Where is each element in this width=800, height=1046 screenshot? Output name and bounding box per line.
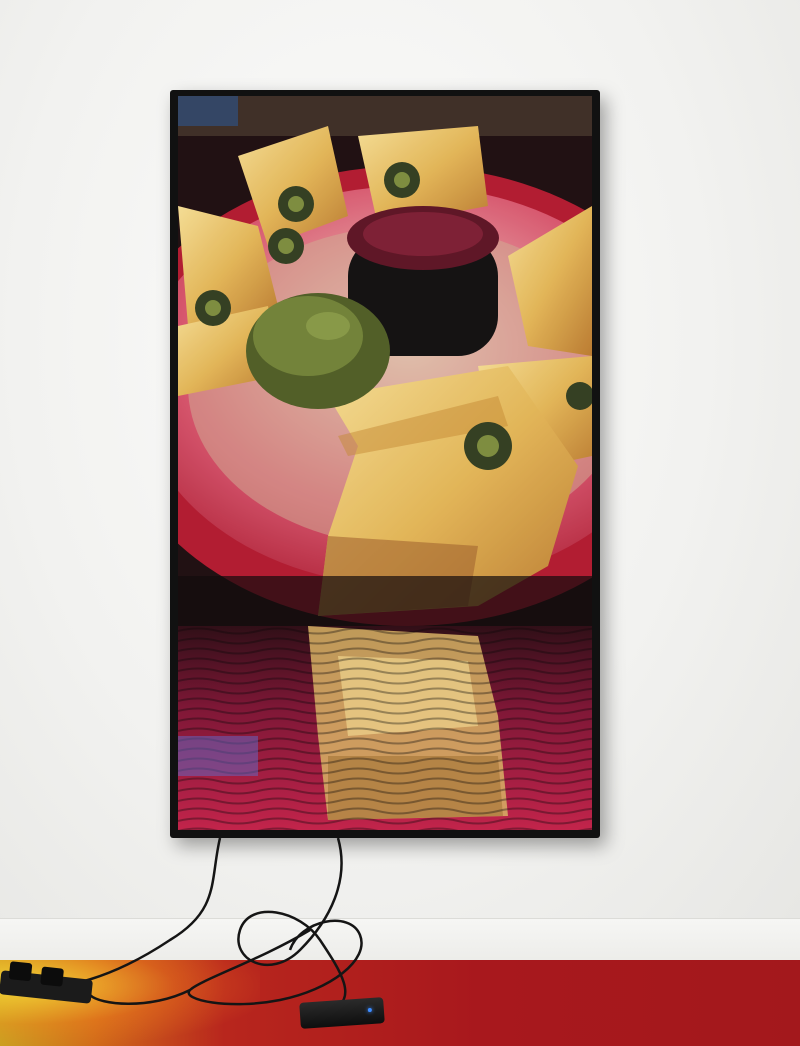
floor-light-glow [0, 960, 260, 1046]
tv-screen [178, 96, 592, 830]
baseboard [0, 918, 800, 963]
plug-icon [8, 961, 33, 982]
power-led-icon [367, 1007, 372, 1013]
food-video-frame [178, 96, 592, 830]
plug-icon [40, 966, 65, 987]
television-monitor [170, 90, 600, 838]
